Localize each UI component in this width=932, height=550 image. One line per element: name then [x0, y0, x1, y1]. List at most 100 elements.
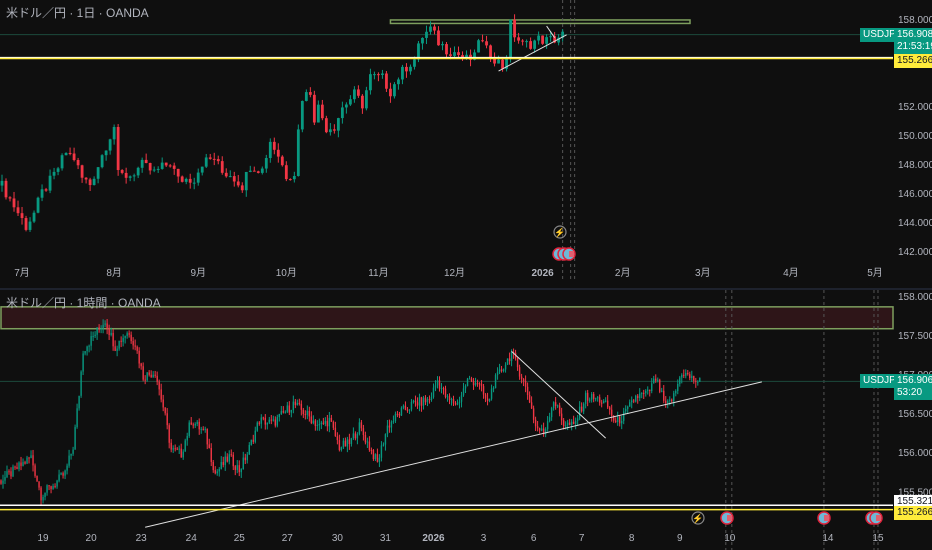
candle-body	[633, 400, 635, 402]
candle	[62, 471, 64, 479]
candle-body	[550, 408, 553, 418]
candle	[586, 389, 589, 407]
candle	[385, 71, 388, 92]
hourly-chart-canvas[interactable]: 158.000157.500157.000156.500156.000155.5…	[0, 290, 932, 550]
candle-body	[112, 127, 116, 140]
candle-body	[302, 409, 305, 415]
candle	[450, 397, 453, 406]
candle	[436, 376, 439, 389]
candle	[340, 446, 343, 452]
candle	[172, 162, 176, 175]
candle	[138, 347, 140, 369]
candle	[256, 170, 260, 174]
candle-body	[276, 417, 279, 426]
time-axis-label: 14	[822, 533, 834, 544]
candle	[412, 399, 415, 404]
daily-chart-canvas[interactable]: 158.000 152.000 150.000 148.000 146.000 144.0…	[0, 0, 932, 288]
candle	[369, 68, 372, 95]
candle-body	[54, 485, 56, 487]
candle-body	[340, 107, 344, 119]
candle	[657, 377, 659, 383]
candle-body	[42, 496, 44, 501]
candle	[44, 492, 46, 501]
candle-body	[262, 417, 264, 419]
candle-body	[38, 481, 40, 488]
candle	[661, 387, 663, 393]
candle-body	[586, 392, 589, 401]
candle	[428, 395, 431, 404]
candle-body	[616, 416, 619, 422]
candle	[20, 206, 24, 225]
candle-body	[294, 401, 297, 406]
candle	[44, 187, 48, 192]
candle	[426, 396, 429, 407]
candle-body	[584, 392, 587, 404]
candle-body	[128, 333, 130, 335]
candle-body	[408, 409, 411, 411]
candle	[653, 375, 655, 384]
hourly-chart-pane[interactable]: 158.000157.500157.000156.500156.000155.5…	[0, 290, 932, 550]
candle-body	[108, 328, 110, 336]
candle	[24, 215, 28, 232]
candle-body	[290, 409, 293, 413]
candle	[202, 426, 204, 431]
candle	[238, 460, 240, 477]
candle	[12, 464, 14, 478]
candle-body	[592, 394, 595, 399]
candle-body	[334, 427, 337, 437]
last-price: 156.906	[897, 375, 932, 387]
candle-body	[28, 457, 30, 459]
candle	[614, 417, 617, 424]
flag-stripes	[727, 515, 732, 521]
candle-body	[194, 423, 196, 426]
candle-body	[312, 94, 316, 123]
candle-body	[356, 434, 359, 439]
candle-body	[96, 327, 98, 335]
candle-body	[168, 165, 172, 167]
candle	[140, 157, 144, 173]
price-axis-label: 156.500	[898, 409, 932, 420]
candle-body	[0, 480, 2, 484]
candle-body	[470, 378, 473, 382]
time-axis-label: 8月	[106, 267, 122, 279]
candle-body	[420, 397, 423, 406]
candle	[600, 399, 603, 408]
candle	[344, 437, 347, 447]
candle-body	[80, 165, 84, 178]
candle	[68, 449, 70, 468]
candle-body	[406, 409, 409, 411]
daily-chart-pane[interactable]: 158.000 152.000 150.000 148.000 146.000 144.0…	[0, 0, 932, 288]
candle-body	[320, 104, 324, 119]
candle-body	[413, 59, 416, 67]
candle	[529, 37, 532, 50]
candle	[82, 350, 84, 376]
candle-body	[278, 414, 281, 418]
candle-body	[32, 212, 36, 222]
candle	[462, 382, 465, 397]
candle	[481, 34, 484, 43]
candle	[20, 456, 22, 471]
candle-body	[282, 411, 285, 413]
candle-body	[445, 44, 448, 55]
candle	[236, 174, 240, 188]
candle-body	[190, 422, 192, 425]
candle	[400, 406, 403, 417]
candle-body	[675, 390, 677, 394]
candle-body	[100, 155, 104, 168]
candle	[627, 405, 629, 415]
candle	[488, 398, 491, 403]
candle-body	[400, 407, 403, 416]
candle-body	[562, 420, 565, 426]
candle-body	[498, 369, 501, 372]
candle-body	[477, 40, 480, 53]
candle-body	[120, 170, 124, 173]
candle-body	[506, 358, 509, 365]
candle-body	[136, 167, 140, 176]
candle	[224, 451, 226, 471]
time-axis-label: 2月	[615, 267, 631, 279]
candle	[300, 100, 304, 133]
candle-body	[24, 218, 28, 230]
candle-body	[112, 332, 114, 347]
candle-body	[348, 99, 352, 105]
candle	[360, 419, 363, 432]
